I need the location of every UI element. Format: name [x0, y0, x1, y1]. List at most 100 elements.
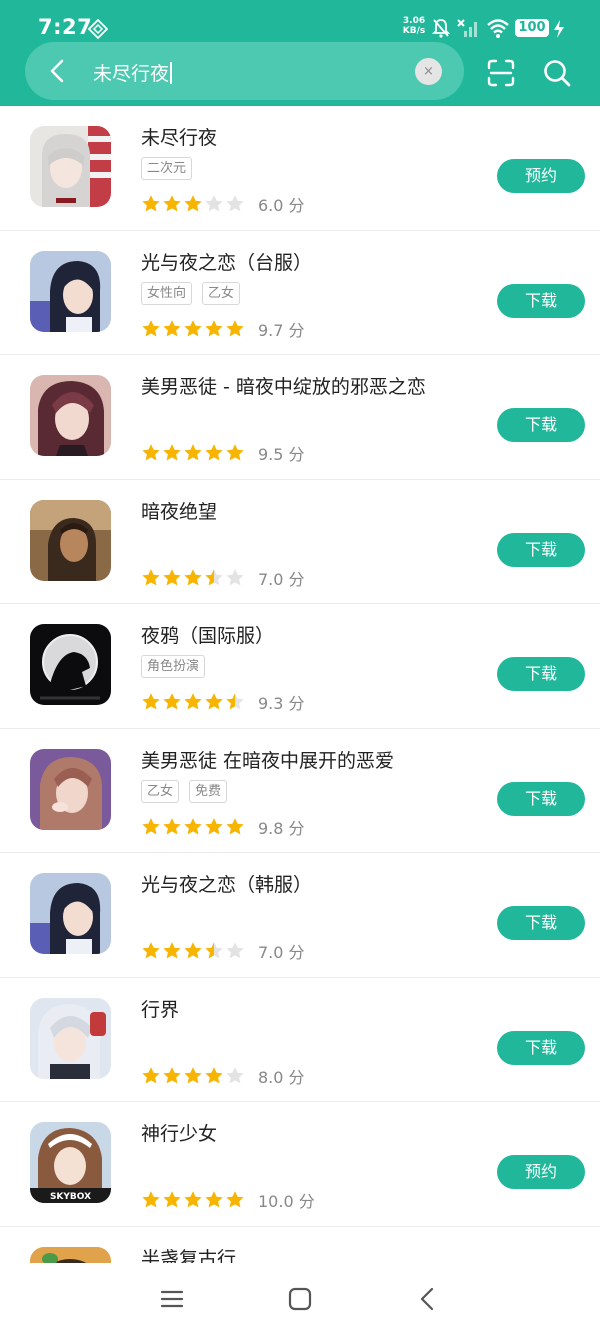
list-item[interactable]: 行界 8.0 分 下载: [0, 978, 600, 1102]
star-empty-icon: [226, 195, 244, 212]
star-full-icon: [142, 568, 160, 585]
star-full-icon: [205, 319, 223, 336]
search-input[interactable]: 未尽行夜: [93, 59, 173, 86]
star-full-icon: [163, 444, 181, 461]
star-full-icon: [163, 1191, 181, 1208]
star-empty-icon: [226, 1066, 244, 1083]
home-icon[interactable]: [286, 1285, 314, 1313]
star-half-icon: [205, 942, 223, 959]
app-name: 行界: [141, 998, 180, 1021]
score-label: 9.5 分: [258, 445, 305, 464]
app-notification-icon: [88, 19, 108, 39]
app-icon: [30, 997, 111, 1079]
download-button[interactable]: 下载: [497, 906, 585, 940]
app-icon: [30, 1246, 111, 1263]
status-bar: 7:27 3.06 KB/s 100: [0, 0, 600, 42]
network-speed: 3.06 KB/s: [402, 16, 426, 36]
charging-icon: [554, 20, 564, 38]
score-label: 9.8 分: [258, 818, 305, 838]
list-item[interactable]: 夜鸦（国际服） 角色扮演 9.3 分 下载: [0, 604, 600, 729]
rating: 8.0 分: [141, 1064, 305, 1088]
star-full-icon: [142, 319, 160, 336]
star-full-icon: [142, 1066, 160, 1083]
star-full-icon: [226, 817, 244, 834]
star-full-icon: [142, 195, 160, 212]
reserve-button[interactable]: 预约: [497, 1155, 585, 1189]
star-full-icon: [184, 693, 202, 710]
back-arrow-icon[interactable]: [43, 56, 73, 86]
download-button[interactable]: 下载: [497, 781, 585, 816]
app-icon: [30, 126, 111, 207]
tag-list: 乙女 免费: [141, 779, 228, 803]
star-full-icon: [226, 1191, 244, 1208]
download-button[interactable]: 下载: [497, 283, 585, 318]
scan-icon[interactable]: [486, 58, 516, 88]
signal-icon: [457, 19, 477, 37]
reserve-button[interactable]: 预约: [497, 159, 585, 193]
star-full-icon: [142, 693, 160, 710]
app-name: 未尽行夜: [141, 127, 218, 149]
star-full-icon: [184, 942, 202, 959]
download-button[interactable]: 下载: [497, 532, 585, 567]
tag: 免费: [189, 779, 228, 803]
search-bar: 未尽行夜 ×: [25, 42, 464, 100]
list-item[interactable]: 美男恶徒 - 暗夜中绽放的邪恶之恋 9.5 分 下载: [0, 355, 600, 480]
tag: 角色扮演: [141, 655, 206, 678]
score-label: 7.0 分: [258, 569, 305, 589]
rating: 10.0 分: [141, 1188, 315, 1212]
score-label: 8.0 分: [258, 1067, 305, 1087]
list-item[interactable]: 光与夜之恋（韩服） 7.0 分 下载: [0, 853, 600, 978]
star-full-icon: [226, 319, 244, 336]
app-icon: [30, 624, 111, 705]
app-name: 暗夜绝望: [141, 500, 218, 523]
back-icon[interactable]: [414, 1285, 442, 1313]
rating: 9.3 分: [141, 690, 305, 714]
list-item[interactable]: 光与夜之恋（台服） 女性向 乙女 9.7 分 下载: [0, 231, 600, 355]
app-name: 美男恶徒 在暗夜中展开的恶爱: [141, 749, 395, 772]
star-full-icon: [205, 693, 223, 710]
tag: 女性向: [141, 281, 193, 305]
rating: 7.0 分: [141, 939, 305, 963]
score-label: 9.7 分: [258, 320, 305, 340]
star-empty-icon: [226, 568, 244, 585]
star-full-icon: [163, 817, 181, 834]
rating: 9.8 分: [141, 815, 305, 839]
star-full-icon: [184, 568, 202, 585]
star-full-icon: [163, 319, 181, 336]
search-icon[interactable]: [542, 58, 572, 88]
app-name: 半盏复古行: [141, 1247, 237, 1264]
list-item[interactable]: 未尽行夜 二次元 6.0 分 预约: [0, 106, 600, 231]
star-full-icon: [205, 1066, 223, 1083]
app-icon: [30, 873, 111, 954]
star-full-icon: [163, 195, 181, 212]
mute-bell-icon: [432, 19, 450, 38]
list-item[interactable]: SKYBOX 神行少女 10.0 分 预约: [0, 1102, 600, 1227]
status-time: 7:27: [38, 15, 93, 39]
star-full-icon: [142, 1191, 160, 1208]
rating: 7.0 分: [141, 566, 305, 590]
tag-list: 二次元: [141, 157, 193, 180]
app-icon: SKYBOX: [30, 1122, 111, 1203]
star-full-icon: [184, 1191, 202, 1208]
app-icon: [30, 748, 111, 830]
score-label: 7.0 分: [258, 943, 305, 962]
clear-search-button[interactable]: ×: [415, 58, 442, 85]
star-full-icon: [184, 319, 202, 336]
download-button[interactable]: 下载: [497, 408, 585, 442]
star-full-icon: [163, 568, 181, 585]
star-full-icon: [184, 195, 202, 212]
menu-icon[interactable]: [158, 1285, 186, 1313]
star-empty-icon: [205, 195, 223, 212]
download-button[interactable]: 下载: [497, 657, 585, 691]
star-full-icon: [142, 942, 160, 959]
star-full-icon: [226, 444, 244, 461]
search-results-list: 未尽行夜 二次元 6.0 分 预约 光与夜之恋（台服） 女性向 乙女 9.7 分…: [0, 106, 600, 1263]
list-item[interactable]: 暗夜绝望 7.0 分 下载: [0, 480, 600, 604]
score-label: 10.0 分: [258, 1192, 315, 1211]
list-item[interactable]: 半盏复古行: [0, 1227, 600, 1264]
tag: 二次元: [141, 157, 193, 180]
star-full-icon: [184, 1066, 202, 1083]
list-item[interactable]: 美男恶徒 在暗夜中展开的恶爱 乙女 免费 9.8 分 下载: [0, 729, 600, 853]
download-button[interactable]: 下载: [497, 1030, 585, 1065]
score-label: 9.3 分: [258, 694, 305, 713]
